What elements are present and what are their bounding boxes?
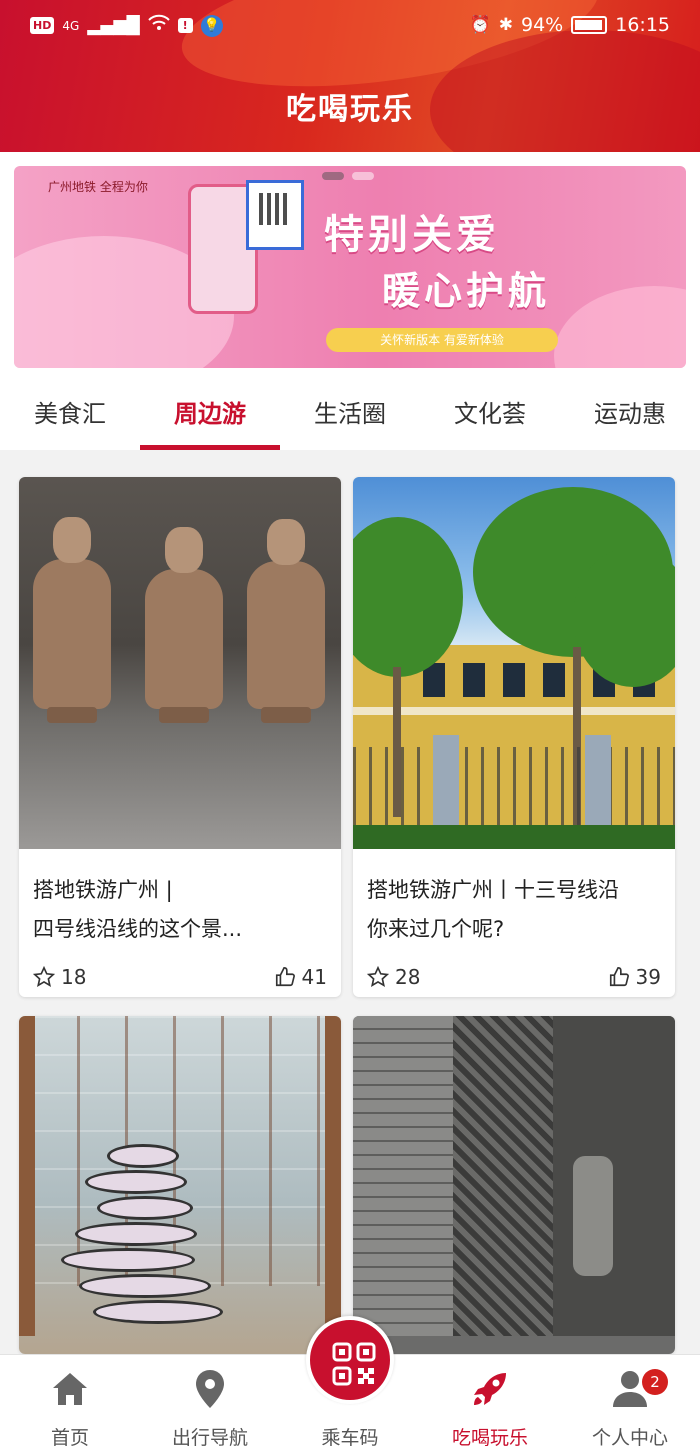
- card-image-carving[interactable]: [353, 1016, 675, 1354]
- card-title-line: 搭地铁游广州丨十三号线沿: [367, 878, 619, 902]
- like-count: 39: [635, 965, 661, 989]
- article-card[interactable]: [353, 1016, 675, 1354]
- status-bar: HD 4G ▂▄▆█ ! 💡 ⏰ ✱ 94% 16:15: [0, 0, 700, 56]
- wifi-icon: [147, 14, 170, 37]
- nav-home[interactable]: 首页: [0, 1355, 140, 1454]
- alarm-icon: ⏰: [469, 15, 491, 35]
- qr-code-icon: [332, 1342, 376, 1386]
- alert-icon: !: [177, 18, 193, 33]
- ride-code-button[interactable]: [306, 1316, 394, 1404]
- hd-badge: HD: [30, 17, 55, 34]
- nav-label: 个人中心: [591, 1427, 668, 1449]
- rocket-icon: [470, 1369, 510, 1409]
- favorite-button[interactable]: 18: [33, 965, 86, 989]
- card-image-building[interactable]: [353, 477, 675, 849]
- like-count: 41: [301, 965, 327, 989]
- lightbulb-icon: 💡: [200, 14, 223, 37]
- thumbs-up-icon: [609, 967, 629, 987]
- like-button[interactable]: 41: [274, 965, 327, 989]
- nav-label: 吃喝玩乐: [451, 1427, 528, 1449]
- clock: 16:15: [615, 14, 670, 36]
- nav-navigation[interactable]: 出行导航: [140, 1355, 280, 1454]
- favorite-count: 18: [61, 965, 87, 989]
- article-card[interactable]: 搭地铁游广州 | 四号线沿线的这个景... 18 41: [19, 477, 341, 997]
- tab-food[interactable]: 美食汇: [0, 376, 140, 450]
- card-image-figurines[interactable]: [19, 477, 341, 849]
- favorite-count: 28: [395, 965, 421, 989]
- favorite-button[interactable]: 28: [367, 965, 420, 989]
- nav-label: 乘车码: [321, 1427, 379, 1449]
- bluetooth-icon: ✱: [498, 15, 513, 35]
- category-tabs: 美食汇 周边游 生活圈 文化荟 运动惠: [0, 376, 700, 450]
- promo-banner[interactable]: 广州地铁 全程为你 特别关爱 暖心护航 关怀新版本 有爱新体验: [14, 166, 686, 368]
- article-card[interactable]: [19, 1016, 341, 1354]
- like-button[interactable]: 39: [608, 965, 661, 989]
- location-pin-icon: [190, 1369, 230, 1409]
- banner-section: 广州地铁 全程为你 特别关爱 暖心护航 关怀新版本 有爱新体验 美食汇 周边游 …: [0, 152, 700, 450]
- metro-logo: 广州地铁 全程为你: [48, 180, 148, 194]
- article-card[interactable]: 搭地铁游广州丨十三号线沿 你来过几个呢? 28 39: [353, 477, 675, 997]
- nav-label: 出行导航: [171, 1427, 248, 1449]
- nav-profile[interactable]: 2 个人中心: [560, 1355, 700, 1454]
- home-icon: [50, 1369, 90, 1409]
- page-title: 吃喝玩乐: [286, 92, 414, 127]
- notification-badge: 2: [642, 1369, 668, 1395]
- tab-sports[interactable]: 运动惠: [560, 376, 700, 450]
- tab-nearby-travel[interactable]: 周边游: [140, 376, 280, 450]
- banner-pill: 关怀新版本 有爱新体验: [326, 328, 558, 352]
- card-image-atrium[interactable]: [19, 1016, 341, 1354]
- star-icon: [33, 966, 55, 988]
- carousel-dot[interactable]: [322, 172, 344, 180]
- star-icon: [367, 966, 389, 988]
- nav-label: 首页: [50, 1427, 89, 1449]
- carousel-dot[interactable]: [352, 172, 374, 180]
- tab-life[interactable]: 生活圈: [280, 376, 420, 450]
- battery-percent: 94%: [521, 14, 564, 36]
- signal-icon: ▂▄▆█: [87, 15, 140, 36]
- battery-icon: [571, 16, 608, 34]
- banner-headline-1: 特别关爱: [324, 212, 500, 258]
- carousel-indicator: [322, 172, 374, 180]
- card-title-line: 四号线沿线的这个景...: [33, 917, 243, 941]
- header: HD 4G ▂▄▆█ ! 💡 ⏰ ✱ 94% 16:15 吃喝玩乐: [0, 0, 700, 152]
- network-type: 4G: [62, 18, 80, 33]
- qr-illustration: [246, 180, 304, 250]
- tab-culture[interactable]: 文化荟: [420, 376, 560, 450]
- nav-eat-drink-play[interactable]: 吃喝玩乐: [420, 1355, 560, 1454]
- card-title-line: 你来过几个呢?: [367, 917, 505, 941]
- banner-decoration: [554, 286, 686, 368]
- thumbs-up-icon: [275, 967, 295, 987]
- card-title-line: 搭地铁游广州 |: [33, 878, 173, 902]
- banner-headline-2: 暖心护航: [382, 269, 551, 313]
